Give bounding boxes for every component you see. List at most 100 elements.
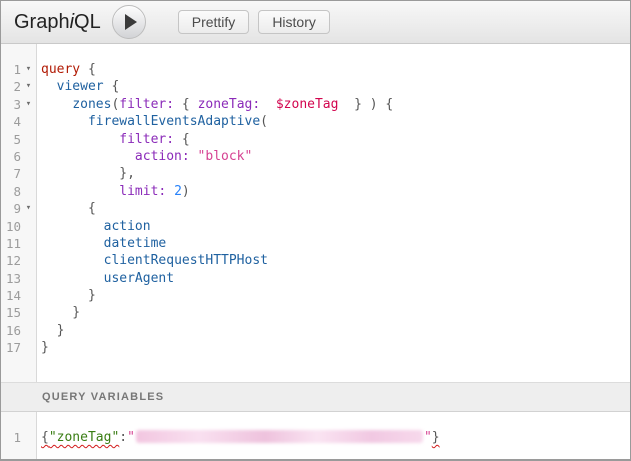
play-icon bbox=[125, 14, 137, 30]
code-token: }, bbox=[41, 166, 135, 181]
code-text: action: "block" bbox=[36, 148, 252, 165]
code-text: } bbox=[36, 322, 64, 339]
code-line: 10 action bbox=[1, 218, 630, 235]
code-token bbox=[41, 79, 57, 94]
query-variables-editor[interactable]: 1{"zoneTag":""} bbox=[1, 412, 630, 459]
fold-arrow-icon[interactable]: ▾ bbox=[21, 200, 36, 217]
redacted-value bbox=[136, 430, 423, 443]
code-token: " bbox=[127, 430, 135, 445]
graphiql-logo: GraphiQL bbox=[14, 11, 101, 34]
code-text: } bbox=[36, 304, 80, 321]
fold-gutter-spacer bbox=[21, 304, 36, 321]
fold-gutter-spacer bbox=[21, 113, 36, 130]
code-line: 15 } bbox=[1, 304, 630, 321]
code-text: filter: { bbox=[36, 131, 190, 148]
fold-arrow-icon[interactable]: ▾ bbox=[21, 61, 36, 78]
code-token: limit: bbox=[119, 184, 166, 199]
code-token: "zoneTag" bbox=[49, 430, 119, 445]
line-number: 5 bbox=[1, 131, 21, 148]
logo-text-post: QL bbox=[74, 11, 101, 33]
line-number: 8 bbox=[1, 183, 21, 200]
history-button[interactable]: History bbox=[258, 10, 330, 34]
code-token: viewer bbox=[57, 79, 104, 94]
code-text: } bbox=[36, 339, 49, 356]
fold-gutter-spacer bbox=[21, 429, 36, 446]
line-number: 7 bbox=[1, 165, 21, 182]
code-text: viewer { bbox=[36, 78, 119, 95]
fold-gutter-spacer bbox=[21, 131, 36, 148]
code-token: $zoneTag bbox=[276, 97, 339, 112]
fold-gutter-spacer bbox=[21, 183, 36, 200]
code-token: } ) { bbox=[338, 97, 393, 112]
code-token: filter: bbox=[119, 97, 174, 112]
fold-gutter-spacer bbox=[21, 218, 36, 235]
code-line: 3▾ zones(filter: { zoneTag: $zoneTag } )… bbox=[1, 96, 630, 113]
code-token: } bbox=[41, 288, 96, 303]
code-token bbox=[41, 132, 119, 147]
code-line: 13 userAgent bbox=[1, 270, 630, 287]
code-token: firewallEventsAdaptive bbox=[88, 114, 260, 129]
code-token: "block" bbox=[198, 149, 253, 164]
line-number: 17 bbox=[1, 339, 21, 356]
code-token: action: bbox=[135, 149, 190, 164]
fold-gutter-spacer bbox=[21, 270, 36, 287]
code-token bbox=[41, 236, 104, 251]
fold-arrow-icon[interactable]: ▾ bbox=[21, 96, 36, 113]
code-token: { bbox=[41, 201, 96, 216]
fold-gutter-spacer bbox=[21, 148, 36, 165]
code-token: { bbox=[80, 62, 96, 77]
line-number: 3 bbox=[1, 96, 21, 113]
code-text: datetime bbox=[36, 235, 166, 252]
prettify-button[interactable]: Prettify bbox=[178, 10, 250, 34]
code-token: } bbox=[41, 323, 64, 338]
code-token: zones bbox=[72, 97, 111, 112]
query-editor[interactable]: 1▾query {2▾ viewer {3▾ zones(filter: { z… bbox=[1, 44, 630, 382]
code-token bbox=[41, 184, 119, 199]
line-number: 2 bbox=[1, 78, 21, 95]
code-token: { bbox=[174, 97, 197, 112]
code-token: action bbox=[104, 219, 151, 234]
fold-gutter-spacer bbox=[21, 252, 36, 269]
code-token: " bbox=[424, 430, 432, 445]
line-number: 16 bbox=[1, 322, 21, 339]
code-token: } bbox=[41, 340, 49, 355]
line-number: 1 bbox=[1, 429, 21, 446]
query-variables-header[interactable]: QUERY VARIABLES bbox=[1, 382, 630, 412]
line-number: 10 bbox=[1, 218, 21, 235]
code-text: clientRequestHTTPHost bbox=[36, 252, 268, 269]
code-text: } bbox=[36, 287, 96, 304]
code-token: } bbox=[41, 305, 80, 320]
code-text: }, bbox=[36, 165, 135, 182]
line-number: 6 bbox=[1, 148, 21, 165]
code-token: query bbox=[41, 62, 80, 77]
line-number: 9 bbox=[1, 200, 21, 217]
code-token: 2 bbox=[174, 184, 182, 199]
query-code: 1▾query {2▾ viewer {3▾ zones(filter: { z… bbox=[1, 61, 630, 357]
code-token bbox=[166, 184, 174, 199]
code-token: { bbox=[41, 430, 49, 445]
code-line: 12 clientRequestHTTPHost bbox=[1, 252, 630, 269]
code-text: action bbox=[36, 218, 151, 235]
code-token bbox=[41, 271, 104, 286]
code-line: 17} bbox=[1, 339, 630, 356]
execute-query-button[interactable] bbox=[112, 5, 146, 39]
line-number: 4 bbox=[1, 113, 21, 130]
query-variables-title: QUERY VARIABLES bbox=[42, 391, 164, 403]
code-line: 2▾ viewer { bbox=[1, 78, 630, 95]
code-line: 4 firewallEventsAdaptive( bbox=[1, 113, 630, 130]
line-number: 1 bbox=[1, 61, 21, 78]
code-token: zoneTag: bbox=[198, 97, 261, 112]
code-token: : bbox=[119, 430, 127, 445]
line-number: 12 bbox=[1, 252, 21, 269]
code-line: 5 filter: { bbox=[1, 131, 630, 148]
fold-arrow-icon[interactable]: ▾ bbox=[21, 78, 36, 95]
code-line: 6 action: "block" bbox=[1, 148, 630, 165]
graphiql-window: GraphiQL Prettify History 1▾query {2▾ vi… bbox=[0, 0, 631, 461]
code-token: { bbox=[174, 132, 190, 147]
code-line: 8 limit: 2) bbox=[1, 183, 630, 200]
fold-gutter-spacer bbox=[21, 287, 36, 304]
code-token: userAgent bbox=[104, 271, 174, 286]
code-line: 1{"zoneTag":""} bbox=[1, 429, 630, 446]
fold-gutter-spacer bbox=[21, 165, 36, 182]
line-number: 14 bbox=[1, 287, 21, 304]
